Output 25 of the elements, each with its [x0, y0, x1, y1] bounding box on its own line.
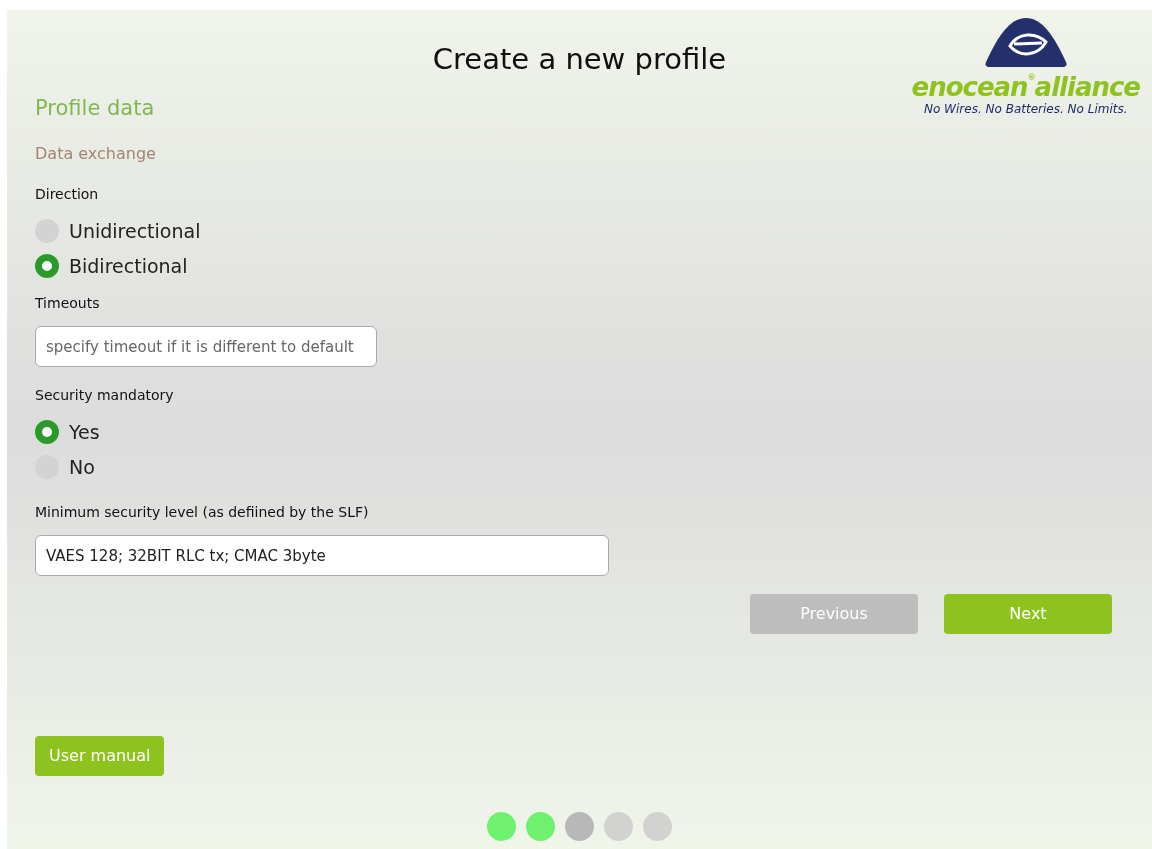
step-dot: [526, 812, 555, 841]
leaf-logo-icon: [983, 16, 1068, 68]
radio-label: No: [69, 454, 95, 480]
step-dot: [565, 812, 594, 841]
radio-label: Unidirectional: [69, 218, 201, 244]
step-dot: [487, 812, 516, 841]
step-dot: [643, 812, 672, 841]
user-manual-button[interactable]: User manual: [35, 736, 165, 776]
subsection-heading: Data exchange: [35, 143, 156, 166]
field-label: Timeouts: [35, 294, 100, 314]
radio-label: Yes: [69, 419, 100, 445]
radio-button[interactable]: [35, 419, 59, 444]
page-title: Create a new profile: [432, 41, 727, 77]
field-label: Direction: [35, 185, 99, 205]
field-label: Security mandatory: [35, 386, 174, 406]
radio-button[interactable]: [35, 253, 59, 278]
wizard-button[interactable]: Next: [944, 594, 1112, 635]
field-label: Minimum security level (as defiined by the SLF): [35, 503, 369, 523]
radio-label: Bidirectional: [69, 253, 188, 279]
section-heading: Profile data: [35, 94, 155, 122]
input-field[interactable]: VAES 128; 32BIT RLC tx; CMAC 3byte: [35, 535, 609, 577]
logo-wordmark: enocean®alliance: [911, 74, 1140, 100]
step-dot: [604, 812, 633, 841]
logo-tagline: No Wires. No Batteries. No Limits.: [924, 101, 1128, 118]
input-field[interactable]: specify timeout if it is different to default: [35, 326, 377, 368]
